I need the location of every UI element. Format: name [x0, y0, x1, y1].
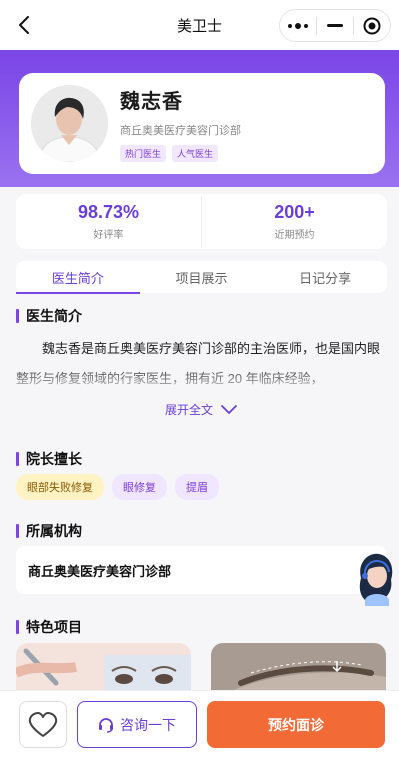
section-bar	[16, 524, 19, 538]
doctor-tag: 人气医生	[172, 145, 219, 162]
tab-projects[interactable]: 项目展示	[140, 261, 264, 293]
stat-bookings: 200+ 近期预约	[202, 202, 387, 241]
features-section-title: 特色项目	[16, 617, 82, 637]
stats-card: 98.73% 好评率 200+ 近期预约	[16, 194, 387, 249]
tab-doctor-intro[interactable]: 医生简介	[16, 261, 140, 294]
nav-bar: 美卫士	[0, 0, 399, 50]
featured-project-card[interactable]	[16, 643, 191, 691]
skills-section-title: 院长擅长	[16, 449, 82, 469]
consult-button[interactable]: 咨询一下	[77, 701, 197, 748]
skill-tag[interactable]: 提眉	[175, 474, 219, 500]
more-button[interactable]	[280, 10, 316, 41]
consult-label: 咨询一下	[120, 716, 176, 733]
section-bar	[16, 452, 19, 466]
doctor-profile-card: 魏志香 商丘奥美医疗美容门诊部 热门医生 人气医生	[19, 73, 385, 174]
mini-program-capsule	[279, 9, 391, 42]
doctor-info: 魏志香 商丘奥美医疗美容门诊部 热门医生 人气医生	[120, 85, 241, 162]
featured-projects-row	[16, 643, 387, 691]
intro-fade-overlay	[0, 364, 399, 394]
stat-rating: 98.73% 好评率	[16, 202, 201, 241]
institution-card[interactable]: 商丘奥美医疗美容门诊部	[16, 546, 387, 594]
doctor-clinic: 商丘奥美医疗美容门诊部	[120, 125, 241, 137]
skill-tag[interactable]: 眼修复	[112, 474, 167, 500]
skill-tags: 眼部失败修复 眼修复 提眉	[16, 474, 219, 500]
institution-section-title: 所属机构	[16, 521, 82, 541]
headset-icon	[99, 717, 113, 733]
expand-full-text-button[interactable]: 展开全文	[165, 401, 239, 418]
section-title-text: 特色项目	[26, 619, 82, 635]
doctor-tags: 热门医生 人气医生	[120, 145, 241, 162]
book-consultation-button[interactable]: 预约面诊	[207, 701, 385, 748]
featured-project-card[interactable]	[211, 643, 386, 691]
doctor-avatar	[31, 85, 108, 162]
chevron-down-icon	[221, 404, 237, 414]
content-tabs: 医生简介 项目展示 日记分享	[16, 261, 387, 294]
section-title-text: 所属机构	[26, 523, 82, 539]
intro-section-title: 医生简介	[16, 306, 82, 326]
bottom-action-bar: 咨询一下 预约面诊	[0, 690, 399, 757]
section-title-text: 院长擅长	[26, 451, 82, 467]
doctor-name: 魏志香	[120, 91, 183, 113]
close-circle-icon	[363, 17, 381, 34]
stat-value: 98.73%	[77, 202, 140, 222]
page-title: 美卫士	[176, 17, 222, 35]
stat-label: 好评率	[93, 230, 124, 241]
section-bar	[16, 309, 19, 323]
skill-tag[interactable]: 眼部失败修复	[16, 474, 104, 500]
doctor-tag: 热门医生	[120, 145, 167, 162]
minimize-button[interactable]	[317, 10, 353, 41]
back-arrow-icon[interactable]	[14, 14, 36, 36]
tab-diary[interactable]: 日记分享	[263, 261, 387, 293]
book-label: 预约面诊	[268, 716, 324, 733]
section-title-text: 医生简介	[26, 308, 82, 324]
stat-label: 近期预约	[274, 230, 315, 241]
favorite-button[interactable]	[19, 701, 67, 748]
section-bar	[16, 620, 19, 634]
assistant-avatar-icon[interactable]	[351, 548, 399, 606]
heart-icon	[28, 711, 58, 737]
institution-name: 商丘奥美医疗美容门诊部	[28, 563, 172, 579]
minimize-icon	[327, 23, 343, 27]
more-dots-icon	[288, 22, 308, 29]
stat-value: 200+	[274, 202, 315, 222]
expand-label: 展开全文	[165, 403, 214, 417]
close-button[interactable]	[354, 10, 390, 41]
